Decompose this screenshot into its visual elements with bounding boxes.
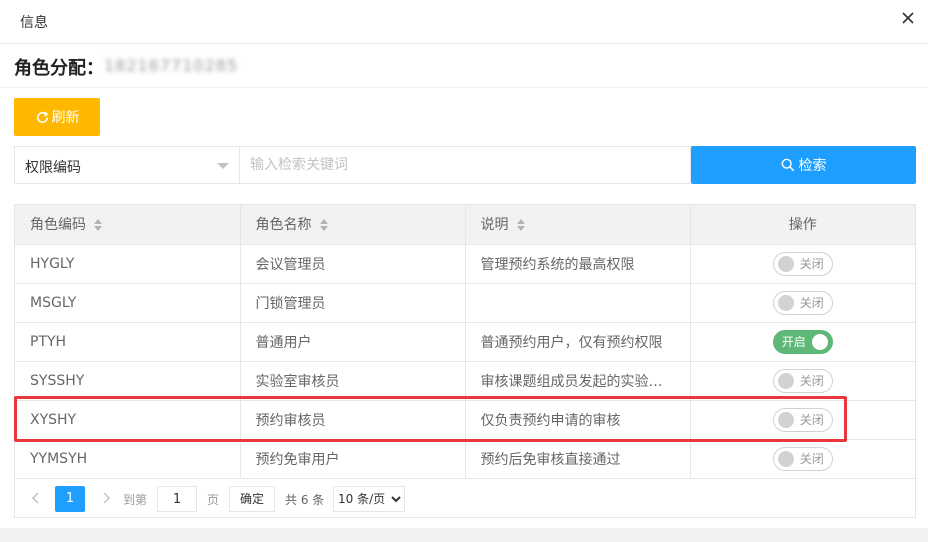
- search-input[interactable]: [240, 146, 691, 184]
- header-code[interactable]: 角色编码: [15, 205, 241, 245]
- cell-name: 实验室审核员: [240, 361, 466, 401]
- field-select[interactable]: 权限编码: [14, 146, 240, 184]
- sort-icon[interactable]: [319, 219, 330, 232]
- status-toggle[interactable]: 关闭: [772, 251, 833, 276]
- toggle-knob: [811, 333, 828, 350]
- toggle-knob: [777, 255, 794, 272]
- toggle-label: 关闭: [799, 374, 824, 388]
- page-size-select[interactable]: 10 条/页: [333, 486, 405, 512]
- total-count: 共 6 条: [285, 493, 325, 507]
- status-toggle[interactable]: 关闭: [772, 446, 833, 471]
- cell-code: SYSSHY: [15, 361, 241, 401]
- cell-desc: [465, 283, 691, 323]
- dialog: 信息 角色分配： 182167710285 刷新 权限编码 检索 角色编码 角色…: [0, 0, 928, 528]
- cell-name: 普通用户: [240, 322, 466, 362]
- pagination: 1 到第 页 确定 共 6 条 10 条/页: [15, 478, 915, 518]
- refresh-button[interactable]: 刷新: [14, 98, 100, 136]
- close-icon[interactable]: [898, 8, 918, 28]
- table-row: PTYH 普通用户 普通预约用户，仅有预约权限 开启: [15, 322, 915, 362]
- cell-name: 会议管理员: [240, 244, 466, 284]
- cell-desc: 管理预约系统的最高权限: [465, 244, 691, 284]
- toggle-knob: [777, 450, 794, 467]
- table-header-row: 角色编码 角色名称 说明 操作: [15, 205, 915, 245]
- toggle-label: 关闭: [799, 296, 824, 310]
- cell-desc: 预约后免审核直接通过: [465, 439, 691, 479]
- goto-label: 到第: [123, 493, 148, 507]
- cell-desc: 普通预约用户，仅有预约权限: [465, 322, 691, 362]
- dialog-title: 信息: [20, 15, 48, 31]
- cell-desc: 审核课题组成员发起的实验…: [465, 361, 691, 401]
- role-header: 角色分配： 182167710285: [0, 44, 928, 88]
- role-label: 角色分配：: [14, 58, 104, 79]
- chevron-right-icon[interactable]: [99, 490, 113, 504]
- header-name[interactable]: 角色名称: [240, 205, 466, 245]
- cell-code: PTYH: [15, 322, 241, 362]
- toggle-knob: [777, 294, 794, 311]
- chevron-left-icon[interactable]: [29, 490, 43, 504]
- toggle-label: 关闭: [799, 257, 824, 271]
- toggle-label: 关闭: [799, 413, 824, 427]
- field-select-value: 权限编码: [25, 160, 81, 176]
- role-value: 182167710285: [104, 56, 239, 75]
- refresh-label: 刷新: [51, 110, 80, 126]
- status-toggle[interactable]: 关闭: [772, 368, 833, 393]
- sort-icon[interactable]: [94, 219, 104, 232]
- toggle-label: 开启: [781, 335, 806, 349]
- search-button-label: 检索: [798, 158, 827, 174]
- toggle-knob: [777, 372, 794, 389]
- table-row: YYMSYH 预约免审用户 预约后免审核直接通过 关闭: [15, 439, 915, 479]
- table-row: MSGLY 门锁管理员 关闭: [15, 283, 915, 323]
- status-toggle[interactable]: 关闭: [772, 407, 833, 432]
- cell-code: XYSHY: [15, 400, 241, 440]
- table-row: XYSHY 预约审核员 仅负责预约申请的审核 关闭: [15, 400, 915, 440]
- table-row: SYSSHY 实验室审核员 审核课题组成员发起的实验… 关闭: [15, 361, 915, 401]
- page-label: 页: [207, 493, 220, 507]
- toggle-knob: [777, 411, 794, 428]
- roles-table: 角色编码 角色名称 说明 操作 HYGLY 会议管理员 管理预约系统的最高权限 …: [14, 204, 916, 518]
- cell-code: YYMSYH: [15, 439, 241, 479]
- table-row: HYGLY 会议管理员 管理预约系统的最高权限 关闭: [15, 244, 915, 284]
- cell-code: MSGLY: [15, 283, 241, 323]
- cell-name: 预约免审用户: [240, 439, 466, 479]
- cell-code: HYGLY: [15, 244, 241, 284]
- chevron-down-icon: [217, 163, 229, 169]
- search-icon: [781, 158, 794, 172]
- goto-confirm-button[interactable]: 确定: [229, 486, 275, 512]
- refresh-icon: [36, 110, 48, 123]
- cell-name: 预约审核员: [240, 400, 466, 440]
- sort-icon[interactable]: [516, 219, 527, 232]
- search-button[interactable]: 检索: [691, 146, 916, 184]
- status-toggle[interactable]: 关闭: [772, 290, 833, 315]
- toggle-label: 关闭: [799, 452, 824, 466]
- dialog-titlebar: 信息: [0, 0, 928, 44]
- cell-desc: 仅负责预约申请的审核: [465, 400, 691, 440]
- header-op: 操作: [690, 205, 915, 245]
- goto-page-input[interactable]: [157, 486, 197, 512]
- cell-name: 门锁管理员: [240, 283, 466, 323]
- header-desc[interactable]: 说明: [465, 205, 691, 245]
- status-toggle[interactable]: 开启: [772, 329, 833, 354]
- page-current[interactable]: 1: [55, 486, 85, 512]
